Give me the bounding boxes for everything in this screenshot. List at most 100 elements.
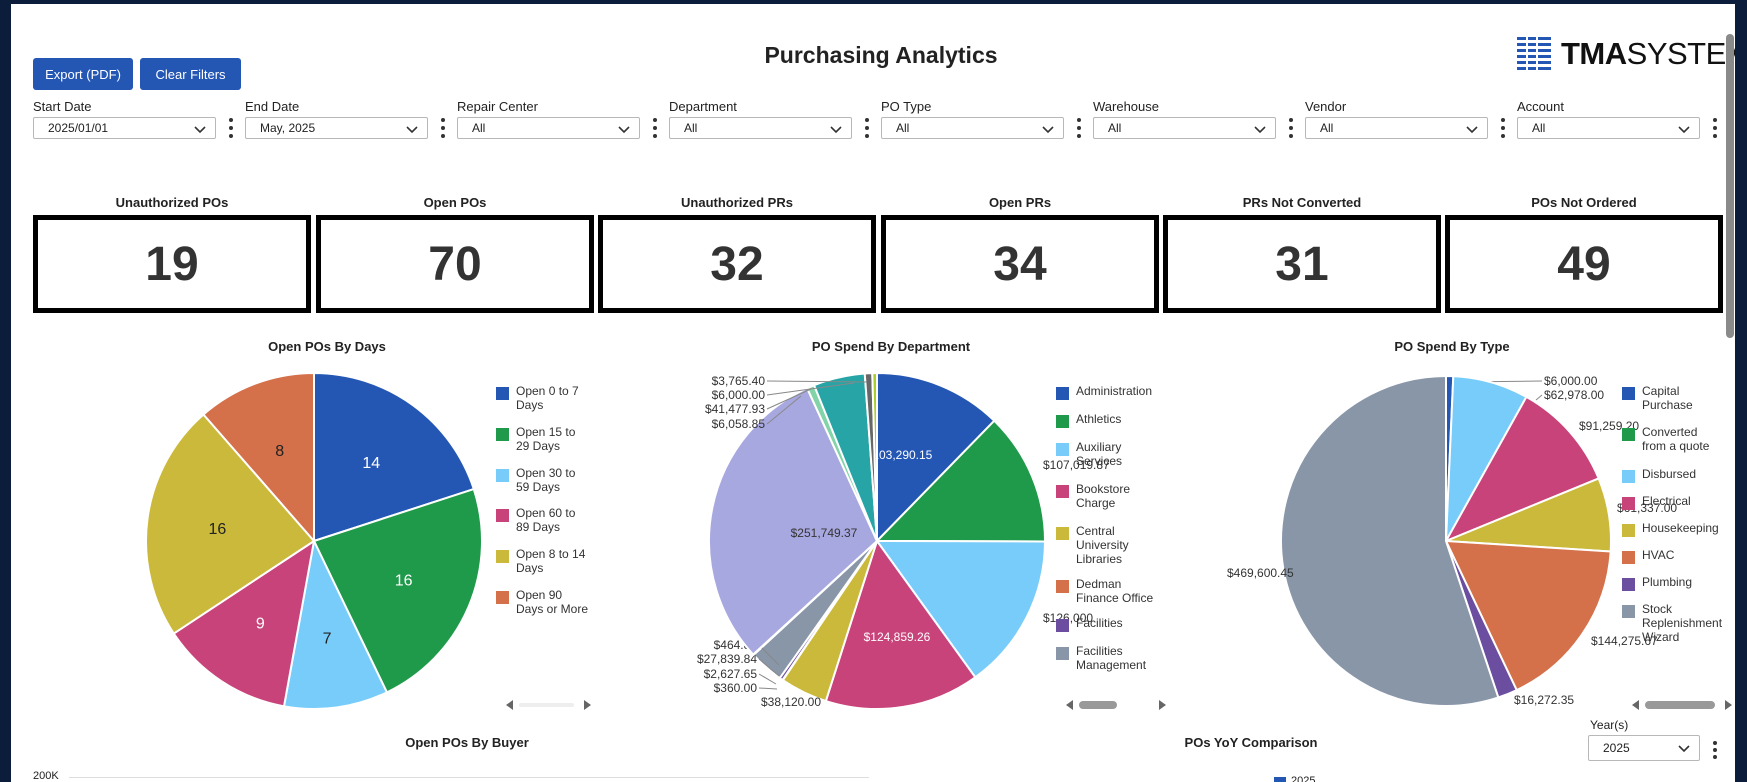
legend-label: Housekeeping <box>1642 521 1719 535</box>
legend-swatch <box>496 550 509 563</box>
page-scrollbar[interactable] <box>1726 34 1734 338</box>
legend-swatch <box>1622 551 1635 564</box>
legend-scroll-arrows <box>1632 700 1732 710</box>
legend-item[interactable]: Auxiliary Services <box>1056 440 1161 468</box>
legend-scroller[interactable] <box>1066 698 1166 712</box>
legend-item[interactable]: Disbursed <box>1622 467 1722 483</box>
legend-label: Facilities Management <box>1076 644 1147 672</box>
legend-label: Dedman Finance Office <box>1076 577 1154 605</box>
legend-swatch <box>496 591 509 604</box>
legend-label: Capital Purchase <box>1642 384 1693 412</box>
legend-swatch <box>1622 605 1635 618</box>
legend-swatch <box>1622 578 1635 591</box>
legend-item[interactable]: Open 90 Days or More <box>496 588 591 616</box>
legend-label: Open 30 to 59 Days <box>516 466 576 494</box>
legend-item[interactable]: Athletics <box>1056 412 1161 428</box>
legend-swatch <box>496 469 509 482</box>
years-label: Year(s) <box>1590 718 1629 732</box>
chart-title-pos-yoy: POs YoY Comparison <box>1184 735 1318 750</box>
yoy-legend-swatch <box>1274 777 1286 782</box>
legend-item[interactable]: Open 15 to 29 Days <box>496 425 591 453</box>
legend-swatch <box>496 509 509 522</box>
legend-label: Bookstore Charge <box>1076 482 1131 510</box>
legend-label: Plumbing <box>1642 575 1693 589</box>
legend-label: Open 15 to 29 Days <box>516 425 576 453</box>
chart-title-open-pos-by-buyer: Open POs By Buyer <box>405 735 529 750</box>
legend-label: Open 8 to 14 Days <box>516 547 586 575</box>
legend-swatch <box>496 387 509 400</box>
legend-item[interactable]: Converted from a quote <box>1622 425 1722 453</box>
year-select-value: 2025 <box>1603 741 1630 755</box>
pie-data-label: $251,749.37 <box>791 526 858 540</box>
legend-scroller[interactable] <box>506 698 591 712</box>
year-select[interactable]: 2025 <box>1588 735 1700 761</box>
legend-item[interactable]: Bookstore Charge <box>1056 482 1161 510</box>
pie-data-label: 8 <box>275 443 284 460</box>
pie-charts-canvas: 141679168 $103,290.15$107,019.87$126,000$… <box>145 371 1677 710</box>
pie-data-label: $16,272.35 <box>1514 693 1574 707</box>
legend-label: Stock Replenishment Wizard <box>1642 602 1723 644</box>
legend-item[interactable]: Facilities Management <box>1056 644 1161 672</box>
legend-item[interactable]: Facilities <box>1056 616 1161 632</box>
pie-data-label: $62,978.00 <box>1544 388 1604 402</box>
legend-item[interactable]: Stock Replenishment Wizard <box>1622 602 1722 644</box>
legend-label: Administration <box>1076 384 1153 398</box>
pie-data-label: 14 <box>362 455 380 472</box>
legend-swatch <box>1056 485 1069 498</box>
pie-data-label: 16 <box>395 572 413 589</box>
yoy-legend-label: 2025 <box>1291 775 1316 782</box>
pie-data-label: $38,120.00 <box>761 695 821 709</box>
legend-swatch <box>1056 580 1069 593</box>
legend-label: Converted from a quote <box>1642 425 1710 453</box>
dashboard-frame: Export (PDF) Clear Filters Purchasing An… <box>11 4 1735 782</box>
legend-item[interactable]: Central University Libraries <box>1056 524 1161 566</box>
legend-item[interactable]: Administration <box>1056 384 1161 400</box>
legend-label: Athletics <box>1076 412 1122 426</box>
legend-label: Open 0 to 7 Days <box>516 384 579 412</box>
pie-data-label: $360.00 <box>714 681 758 695</box>
pie-data-label: 9 <box>256 615 265 632</box>
legend-item[interactable]: Capital Purchase <box>1622 384 1722 412</box>
legend-swatch <box>1622 470 1635 483</box>
pie-data-label: $41,477.93 <box>705 402 765 416</box>
pie-data-label: $2,627.65 <box>704 667 758 681</box>
pie-data-label: $469,600.45 <box>1227 566 1294 580</box>
legend-swatch <box>1622 387 1635 400</box>
legend-item[interactable]: Open 8 to 14 Days <box>496 547 591 575</box>
legend-item[interactable]: Open 30 to 59 Days <box>496 466 591 494</box>
legend-swatch <box>1056 527 1069 540</box>
legend-item[interactable]: Open 60 to 89 Days <box>496 506 591 534</box>
legend-item[interactable]: Dedman Finance Office <box>1056 577 1161 605</box>
legend-label: Auxiliary Services <box>1076 440 1123 468</box>
pie-data-label: $27,839.84 <box>697 652 757 666</box>
legend-label: Open 90 Days or More <box>516 588 589 616</box>
legend-item[interactable]: Open 0 to 7 Days <box>496 384 591 412</box>
legend-item[interactable]: HVAC <box>1622 548 1722 564</box>
legend-swatch <box>1056 387 1069 400</box>
gridline <box>69 777 869 778</box>
legend-swatch <box>1622 428 1635 441</box>
legend-label: Facilities <box>1076 616 1123 630</box>
legend-swatch <box>1622 497 1635 510</box>
legend-item[interactable]: Plumbing <box>1622 575 1722 591</box>
legend-label: Central University Libraries <box>1076 524 1129 566</box>
legend-scroller[interactable] <box>1632 698 1732 712</box>
pie-data-label: $6,000.00 <box>1544 374 1598 388</box>
label-leader-line <box>1535 394 1543 401</box>
legend-scroll-arrows <box>506 700 591 710</box>
legend-swatch <box>1622 524 1635 537</box>
pie-data-label: 7 <box>323 631 332 648</box>
legend-swatch <box>1056 647 1069 660</box>
year-menu-icon[interactable] <box>1712 739 1718 761</box>
pie-data-label: $124,859.26 <box>864 630 931 644</box>
legend-item[interactable]: Housekeeping <box>1622 521 1722 537</box>
legend-label: Disbursed <box>1642 467 1697 481</box>
y-axis-tick: 200K <box>33 770 59 782</box>
legend-swatch <box>496 428 509 441</box>
label-leader-line <box>758 687 778 690</box>
legend-item[interactable]: Electrical <box>1622 494 1722 510</box>
legend-label: Open 60 to 89 Days <box>516 506 576 534</box>
label-leader-line <box>758 673 777 685</box>
legend-label: HVAC <box>1642 548 1675 562</box>
pie-data-label: $3,765.40 <box>712 374 766 388</box>
